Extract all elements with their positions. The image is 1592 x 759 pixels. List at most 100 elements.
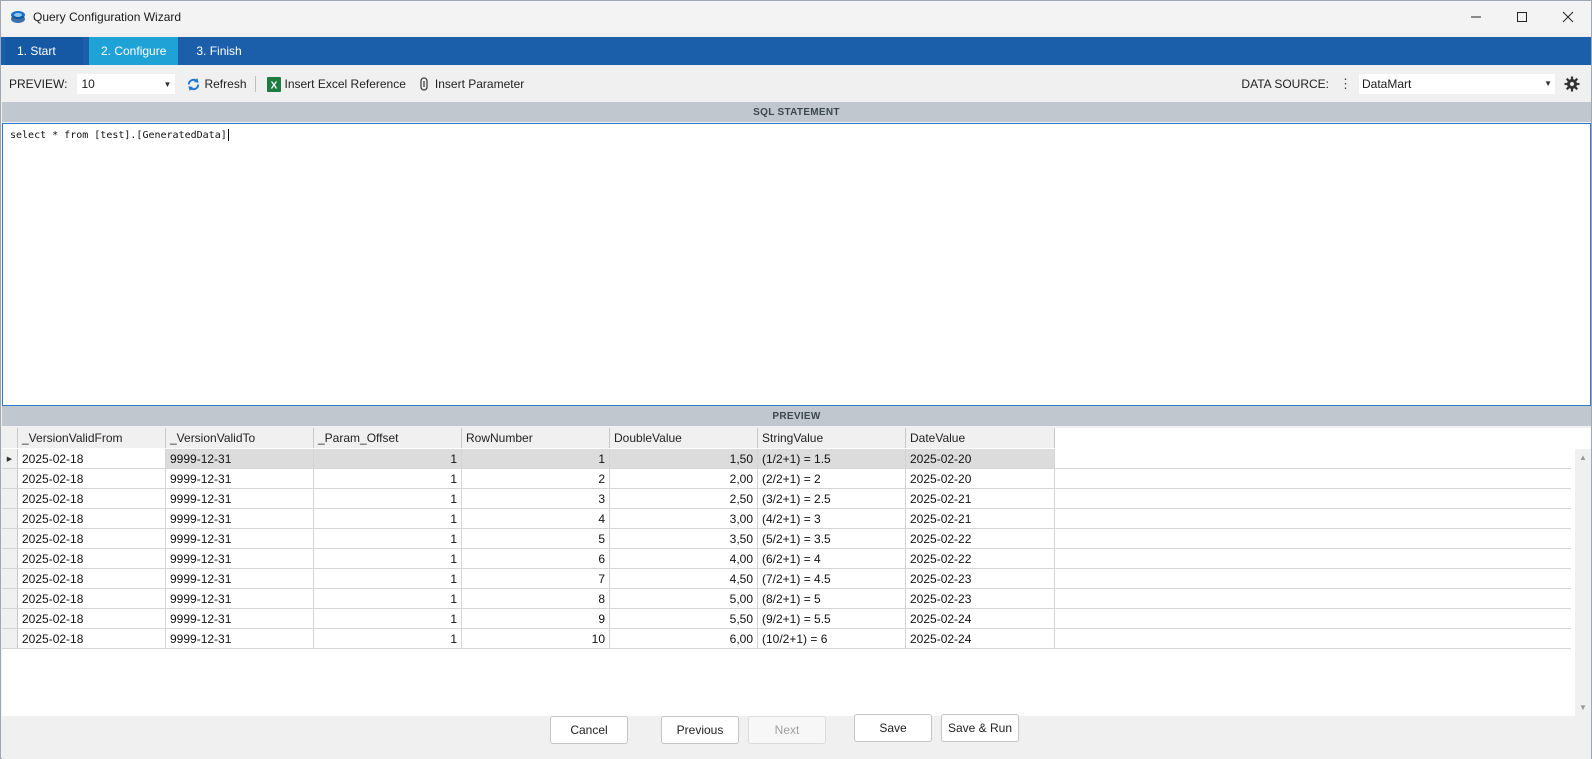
data-source-select[interactable]: DataMart ▼ [1359,74,1555,94]
table-cell[interactable]: (10/2+1) = 6 [758,629,906,648]
table-cell[interactable]: 2025-02-18 [18,489,166,508]
table-cell[interactable]: 9999-12-31 [166,529,314,548]
preview-count-select[interactable]: 10 ▼ [77,74,176,94]
table-cell[interactable]: 1 [314,549,462,568]
column-header[interactable]: _Param_Offset [314,428,462,448]
step-finish[interactable]: 3. Finish [184,37,254,65]
column-header[interactable]: RowNumber [462,428,610,448]
table-cell[interactable]: 1 [314,569,462,588]
table-cell[interactable]: (8/2+1) = 5 [758,589,906,608]
table-cell[interactable]: 5 [462,529,610,548]
table-cell[interactable]: 5,50 [610,609,758,628]
row-selector[interactable] [2,549,18,568]
step-start[interactable]: 1. Start [5,37,83,65]
table-cell[interactable]: 1 [314,629,462,648]
table-cell[interactable]: 2025-02-18 [18,509,166,528]
table-row[interactable]: 2025-02-18 9999-12-31 1 5 3,50 (5/2+1) = 3.5 2… [2,529,1571,549]
table-cell[interactable]: 2025-02-18 [18,609,166,628]
column-header[interactable]: _VersionValidFrom [18,428,166,448]
table-cell[interactable]: (3/2+1) = 2.5 [758,489,906,508]
table-cell[interactable]: 2025-02-18 [18,469,166,488]
table-cell[interactable]: 1 [314,509,462,528]
table-cell[interactable]: 3,00 [610,509,758,528]
table-cell[interactable]: 9999-12-31 [166,589,314,608]
table-cell[interactable]: 2 [462,469,610,488]
current-row-indicator-icon[interactable]: ▶ [2,449,18,468]
next-button[interactable]: Next [748,716,826,744]
table-cell[interactable]: (6/2+1) = 4 [758,549,906,568]
table-cell[interactable]: 1 [314,449,462,468]
table-row[interactable]: 2025-02-18 9999-12-31 1 9 5,50 (9/2+1) = 5.5 2… [2,609,1571,629]
table-cell[interactable]: 4,50 [610,569,758,588]
table-cell[interactable]: 9999-12-31 [166,549,314,568]
column-header[interactable]: _VersionValidTo [166,428,314,448]
scroll-up-icon[interactable]: ▲ [1579,453,1587,462]
table-row[interactable]: ▶ 2025-02-18 9999-12-31 1 1 1,50 (1/2+1) = 1.5… [2,449,1571,469]
table-cell[interactable]: 2025-02-24 [906,609,1055,628]
column-header[interactable]: StringValue [758,428,906,448]
table-cell[interactable]: 2025-02-23 [906,589,1055,608]
insert-parameter-button[interactable]: Insert Parameter [416,73,524,95]
insert-excel-reference-button[interactable]: X Insert Excel Reference [266,73,406,95]
table-cell[interactable]: 3 [462,489,610,508]
table-cell[interactable]: 1 [314,589,462,608]
table-cell[interactable]: 1 [314,489,462,508]
table-row[interactable]: 2025-02-18 9999-12-31 1 10 6,00 (10/2+1) = 62… [2,629,1571,649]
table-row[interactable]: 2025-02-18 9999-12-31 1 6 4,00 (6/2+1) = 4 202… [2,549,1571,569]
table-cell[interactable]: (5/2+1) = 3.5 [758,529,906,548]
table-cell[interactable]: 9999-12-31 [166,469,314,488]
table-cell[interactable]: 6,00 [610,629,758,648]
save-button[interactable]: Save [854,714,932,742]
table-row[interactable]: 2025-02-18 9999-12-31 1 3 2,50 (3/2+1) = 2.5 2… [2,489,1571,509]
table-row[interactable]: 2025-02-18 9999-12-31 1 4 3,00 (4/2+1) = 3 202… [2,509,1571,529]
table-cell[interactable]: (4/2+1) = 3 [758,509,906,528]
minimize-button[interactable] [1453,1,1499,33]
table-cell[interactable]: (7/2+1) = 4.5 [758,569,906,588]
table-cell[interactable]: 2025-02-18 [18,529,166,548]
gear-icon[interactable] [1563,75,1581,93]
table-cell[interactable]: (2/2+1) = 2 [758,469,906,488]
table-cell[interactable]: 1,50 [610,449,758,468]
table-cell[interactable]: 1 [314,529,462,548]
table-cell[interactable]: 9999-12-31 [166,449,314,468]
table-cell[interactable]: 9999-12-31 [166,509,314,528]
close-button[interactable] [1545,1,1591,33]
table-cell[interactable]: 2025-02-21 [906,509,1055,528]
table-cell[interactable]: 2025-02-20 [906,469,1055,488]
table-cell[interactable]: 6 [462,549,610,568]
table-row[interactable]: 2025-02-18 9999-12-31 1 8 5,00 (8/2+1) = 5 202… [2,589,1571,609]
table-cell[interactable]: 1 [314,609,462,628]
table-cell[interactable]: 1 [314,469,462,488]
save-and-run-button[interactable]: Save & Run [941,714,1019,742]
table-row[interactable]: 2025-02-18 9999-12-31 1 2 2,00 (2/2+1) = 2 202… [2,469,1571,489]
table-cell[interactable]: 2025-02-18 [18,569,166,588]
table-cell[interactable]: 5,00 [610,589,758,608]
row-selector[interactable] [2,469,18,488]
table-cell[interactable]: 8 [462,589,610,608]
row-selector[interactable] [2,589,18,608]
table-cell[interactable]: 4 [462,509,610,528]
table-cell[interactable]: 3,50 [610,529,758,548]
table-cell[interactable]: 9999-12-31 [166,489,314,508]
table-cell[interactable]: (9/2+1) = 5.5 [758,609,906,628]
row-selector[interactable] [2,489,18,508]
maximize-button[interactable] [1499,1,1545,33]
table-cell[interactable]: (1/2+1) = 1.5 [758,449,906,468]
table-cell[interactable]: 4,00 [610,549,758,568]
table-cell[interactable]: 1 [462,449,610,468]
table-cell[interactable]: 2,00 [610,469,758,488]
table-cell[interactable]: 2025-02-18 [18,629,166,648]
table-cell[interactable]: 9 [462,609,610,628]
table-cell[interactable]: 7 [462,569,610,588]
table-cell[interactable]: 2025-02-23 [906,569,1055,588]
table-cell[interactable]: 2025-02-21 [906,489,1055,508]
table-cell[interactable]: 2025-02-18 [18,449,166,468]
table-cell[interactable]: 2025-02-22 [906,529,1055,548]
table-cell[interactable]: 9999-12-31 [166,629,314,648]
step-configure[interactable]: 2. Configure [89,37,179,65]
table-cell[interactable]: 2025-02-18 [18,549,166,568]
refresh-button[interactable]: Refresh [185,73,247,95]
column-header[interactable]: DoubleValue [610,428,758,448]
table-cell[interactable]: 2025-02-22 [906,549,1055,568]
row-selector[interactable] [2,509,18,528]
